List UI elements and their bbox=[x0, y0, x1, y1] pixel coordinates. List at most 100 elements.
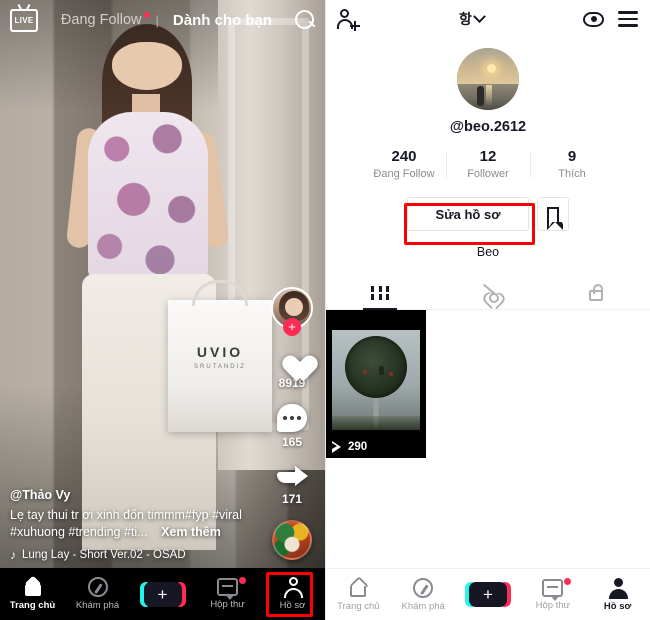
profile-tab-bar bbox=[326, 277, 650, 310]
profile-title-text: 항 bbox=[459, 11, 472, 27]
caption-line-1: Lẹ tay thui tr ơi xinh đốn timmm#fyp #vi… bbox=[10, 508, 242, 522]
caption-line-2: #xuhuong #trending #ti... bbox=[10, 525, 148, 539]
caption-username[interactable]: @Thảo Vy bbox=[10, 488, 256, 502]
avatar-sun-reflection bbox=[485, 85, 492, 107]
profile-icon bbox=[283, 577, 303, 598]
app-screen: UVIO SRUTANDIZ LIVE Đang Follow | Dành c… bbox=[0, 0, 650, 620]
music-title: Lung Lay - Short Ver.02 - OSAD bbox=[22, 549, 186, 561]
stat-likes-label: Thích bbox=[558, 168, 586, 180]
bookmark-icon bbox=[547, 206, 565, 230]
avatar-figure bbox=[476, 86, 484, 107]
chevron-down-icon bbox=[473, 9, 486, 23]
hamburger-menu-icon[interactable] bbox=[618, 11, 638, 27]
inbox-badge-dot bbox=[238, 577, 246, 584]
tab-for-you[interactable]: Dành cho bạn bbox=[171, 12, 274, 29]
nav-item-discover[interactable]: Khám phá bbox=[70, 577, 126, 611]
profile-bio: Beo bbox=[476, 245, 500, 259]
inbox-icon bbox=[542, 578, 564, 601]
share-count: 171 bbox=[281, 492, 303, 506]
shopping-bag: UVIO SRUTANDIZ bbox=[168, 280, 272, 432]
feed-panel: UVIO SRUTANDIZ LIVE Đang Follow | Dành c… bbox=[0, 0, 325, 620]
like-button[interactable]: 8919 bbox=[276, 343, 308, 390]
comment-icon bbox=[277, 404, 307, 432]
feed-bottom-nav: Trang chủ Khám phá + Hộp thư Hồ sơ bbox=[0, 568, 325, 620]
grid-icon bbox=[371, 286, 389, 300]
tab-private[interactable] bbox=[542, 277, 650, 309]
nav-item-home[interactable]: Trang chủ bbox=[330, 578, 386, 612]
follow-plus-button[interactable]: + bbox=[283, 318, 301, 336]
music-row[interactable]: ♪ Lung Lay - Short Ver.02 - OSAD bbox=[10, 548, 256, 562]
stat-likes[interactable]: 9 Thích bbox=[530, 148, 614, 180]
stat-following-value: 240 bbox=[391, 148, 417, 165]
stat-followers-label: Follower bbox=[467, 168, 509, 180]
nav-item-discover[interactable]: Khám phá bbox=[395, 577, 451, 612]
nav-label-home: Trang chủ bbox=[9, 600, 56, 611]
nav-item-home[interactable]: Trang chủ bbox=[5, 577, 61, 611]
feed-top-bar: LIVE Đang Follow | Dành cho bạn bbox=[0, 0, 325, 40]
nav-label-discover: Khám phá bbox=[401, 600, 445, 612]
video-caption: @Thảo Vy Lẹ tay thui tr ơi xinh đốn timm… bbox=[10, 488, 256, 562]
video-grid: 290 bbox=[326, 310, 650, 459]
compass-icon bbox=[413, 577, 434, 598]
nav-label-profile: Hồ sơ bbox=[603, 600, 632, 612]
music-disc-icon[interactable] bbox=[272, 520, 312, 560]
bag-sub-text: SRUTANDIZ bbox=[194, 364, 246, 370]
hidden-likes-icon bbox=[479, 283, 499, 303]
stat-likes-value: 9 bbox=[567, 148, 577, 165]
nav-item-create[interactable]: + bbox=[460, 582, 516, 607]
stat-following[interactable]: 240 Đang Follow bbox=[362, 148, 446, 180]
nav-item-create[interactable]: + bbox=[135, 581, 191, 607]
nav-item-inbox[interactable]: Hộp thư bbox=[525, 577, 581, 611]
stat-followers[interactable]: 12 Follower bbox=[446, 148, 530, 180]
live-icon[interactable]: LIVE bbox=[10, 8, 38, 32]
heart-icon bbox=[276, 343, 308, 373]
tab-following[interactable]: Đang Follow bbox=[59, 12, 150, 28]
nav-label-inbox: Hộp thư bbox=[535, 599, 570, 611]
add-user-icon[interactable] bbox=[337, 9, 360, 31]
feed-tab-bar: Đang Follow | Dành cho bạn bbox=[38, 12, 295, 29]
comment-button[interactable]: 165 bbox=[277, 404, 307, 449]
nav-item-profile[interactable]: Hồ sơ bbox=[590, 577, 646, 612]
bookmark-button[interactable] bbox=[537, 197, 569, 231]
avatar-hair bbox=[279, 291, 309, 321]
nav-item-inbox[interactable]: Hộp thư bbox=[200, 577, 256, 610]
nav-label-discover: Khám phá bbox=[75, 600, 120, 611]
bag-brand-text: UVIO bbox=[196, 344, 244, 360]
profile-top-bar: 항 bbox=[326, 0, 650, 38]
tab-liked[interactable] bbox=[434, 277, 542, 309]
home-icon bbox=[22, 577, 44, 597]
nav-label-home: Trang chủ bbox=[337, 600, 380, 612]
caption-text: Lẹ tay thui tr ơi xinh đốn timmm#fyp #vi… bbox=[10, 507, 256, 541]
action-rail: + 8919 165 171 bbox=[267, 287, 317, 560]
tab-videos[interactable] bbox=[326, 277, 434, 309]
tab-separator: | bbox=[155, 12, 159, 28]
profile-title[interactable]: 항 bbox=[360, 9, 583, 29]
profile-actions: Sửa hồ sơ bbox=[326, 197, 650, 231]
creator-avatar[interactable]: + bbox=[271, 287, 313, 336]
profile-avatar[interactable] bbox=[457, 48, 519, 110]
search-icon[interactable] bbox=[295, 10, 315, 30]
profile-bottom-nav: Trang chủ Khám phá + Hộp thư Hồ sơ bbox=[326, 568, 650, 620]
nav-item-profile[interactable]: Hồ sơ bbox=[265, 577, 321, 611]
nav-label-inbox: Hộp thư bbox=[210, 599, 245, 610]
edit-profile-button[interactable]: Sửa hồ sơ bbox=[407, 197, 529, 231]
inbox-icon bbox=[217, 578, 238, 600]
eye-icon[interactable] bbox=[583, 11, 604, 27]
share-button[interactable]: 171 bbox=[276, 463, 308, 506]
subject-top bbox=[88, 112, 208, 280]
home-icon bbox=[347, 578, 369, 598]
stat-followers-value: 12 bbox=[479, 148, 497, 165]
profile-icon bbox=[608, 577, 628, 599]
nav-label-profile: Hồ sơ bbox=[279, 600, 306, 611]
profile-handle: @beo.2612 bbox=[449, 119, 527, 135]
profile-stats: 240 Đang Follow 12 Follower 9 Thích bbox=[326, 148, 650, 180]
profile-panel: 항 @beo.2612 240 Đang Follow 12 Follower bbox=[325, 0, 650, 620]
music-note-icon: ♪ bbox=[10, 548, 16, 562]
see-more-button[interactable]: Xem thêm bbox=[161, 525, 221, 539]
create-icon: + bbox=[464, 582, 511, 607]
create-icon: + bbox=[139, 581, 186, 607]
inbox-badge-dot bbox=[563, 577, 571, 585]
tab-following-dot bbox=[143, 12, 150, 18]
view-count-text: 290 bbox=[348, 441, 368, 453]
video-thumbnail[interactable]: 290 bbox=[326, 310, 426, 458]
